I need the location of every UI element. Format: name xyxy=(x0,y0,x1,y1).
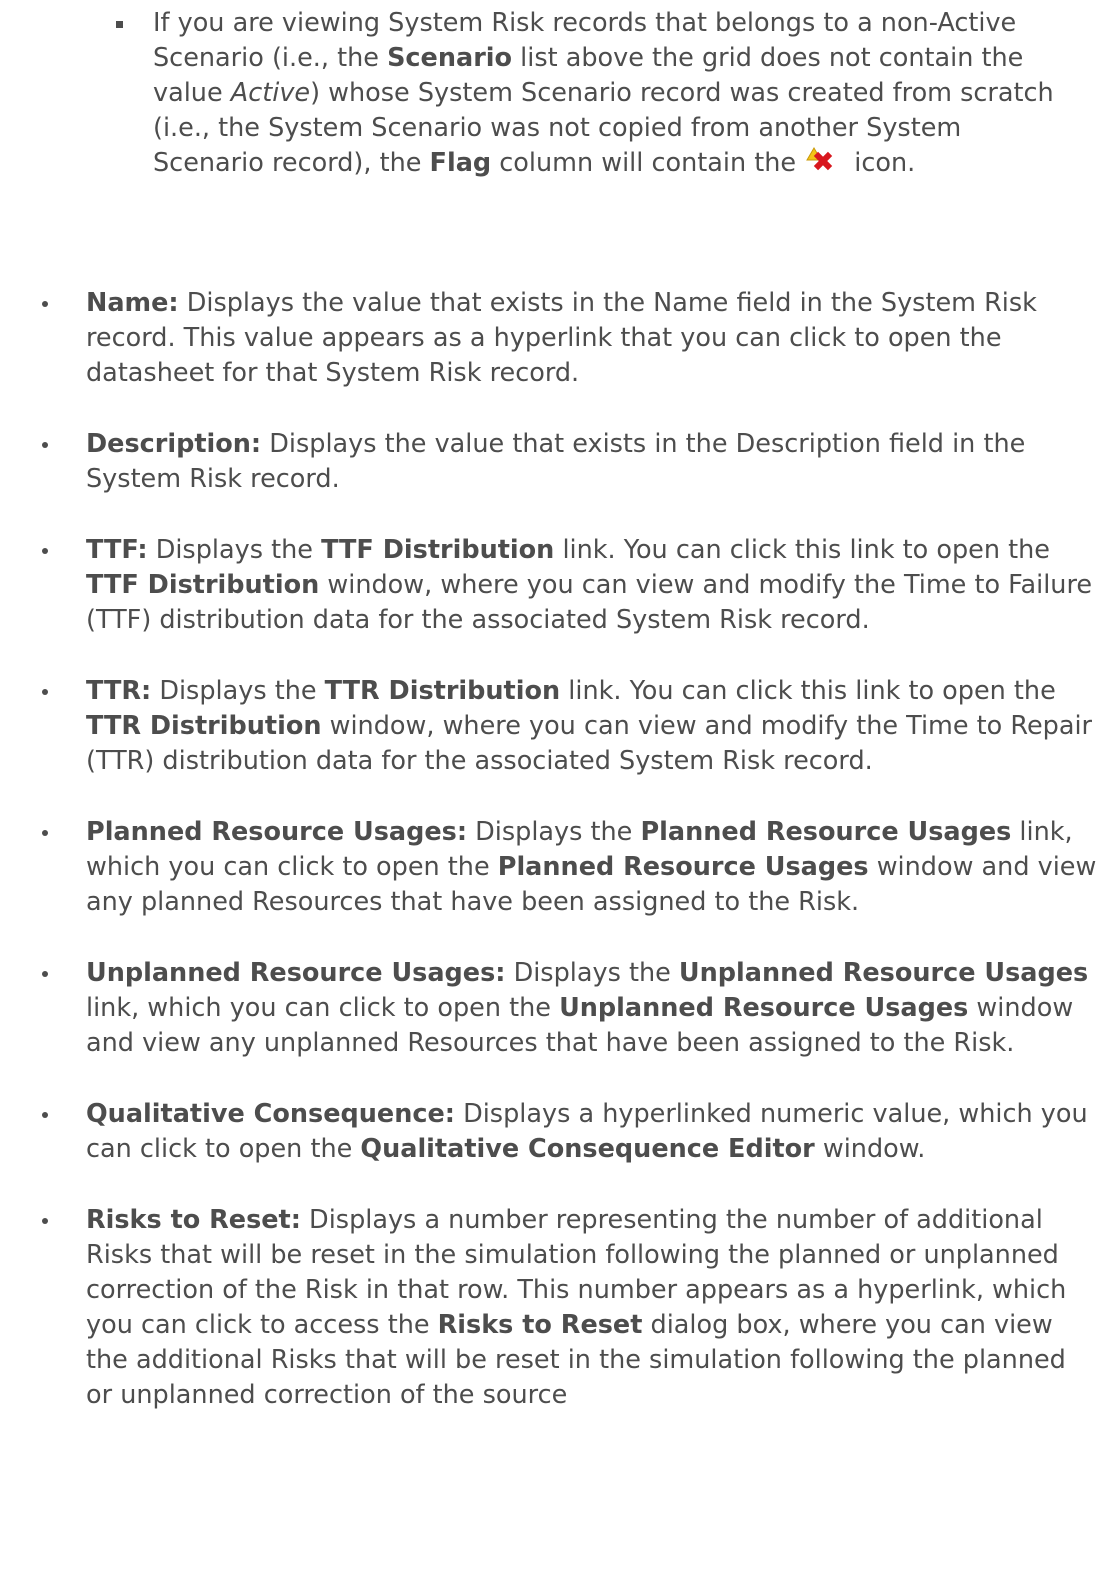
item-label: Unplanned Resource Usages: xyxy=(86,958,506,988)
bullet-dot xyxy=(42,689,48,695)
item-label: Name: xyxy=(86,288,179,318)
item-label: Qualitative Consequence: xyxy=(86,1099,455,1129)
bullet-dot xyxy=(42,830,48,836)
list-item-ttf: TTF: Displays the TTF Distribution link.… xyxy=(42,533,1098,638)
square-bullet xyxy=(116,21,123,28)
list-item-planned-resource-usages: Planned Resource Usages: Displays the Pl… xyxy=(42,815,1098,920)
list-item-risks-to-reset: Risks to Reset: Displays a number repres… xyxy=(42,1203,1098,1413)
item-label: Planned Resource Usages: xyxy=(86,817,468,847)
bullet-dot xyxy=(42,548,48,554)
active-value: Active xyxy=(230,78,311,108)
list-item-description: Description: Displays the value that exi… xyxy=(42,427,1098,497)
bullet-dot xyxy=(42,442,48,448)
item-label: Risks to Reset: xyxy=(86,1205,301,1235)
bullet-dot xyxy=(42,301,48,307)
list-item-unplanned-resource-usages: Unplanned Resource Usages: Displays the … xyxy=(42,956,1098,1061)
item-label: TTF: xyxy=(86,535,148,565)
bullet-dot xyxy=(42,1112,48,1118)
bullet-dot xyxy=(42,1218,48,1224)
list-item-qualitative-consequence: Qualitative Consequence: Displays a hype… xyxy=(42,1097,1098,1167)
list-item-ttr: TTR: Displays the TTR Distribution link.… xyxy=(42,674,1098,779)
sub-bullet-flag-note: If you are viewing System Risk records t… xyxy=(116,6,1073,183)
document-page: If you are viewing System Risk records t… xyxy=(0,0,1115,1582)
item-label: Description: xyxy=(86,429,262,459)
scenario-term: Scenario xyxy=(387,43,513,73)
list-item-name: Name: Displays the value that exists in … xyxy=(42,286,1098,391)
column-description-list: Name: Displays the value that exists in … xyxy=(42,286,1098,1449)
item-label: TTR: xyxy=(86,676,152,706)
warning-delete-icon xyxy=(806,147,836,183)
bullet-dot xyxy=(42,971,48,977)
flag-term: Flag xyxy=(429,148,492,178)
